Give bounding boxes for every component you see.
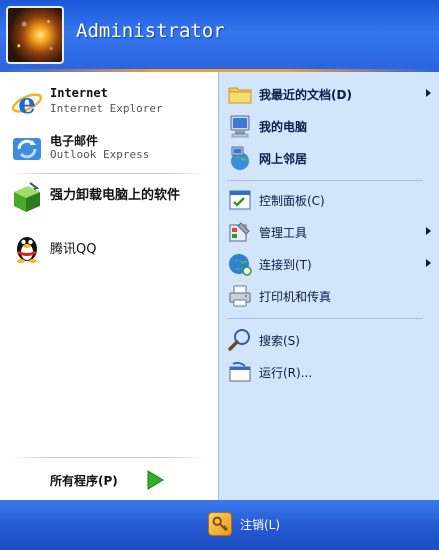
menu-item-network-places[interactable]: 网上邻居	[225, 144, 435, 172]
menu-item-admin-tools[interactable]: 管理工具	[225, 218, 435, 246]
user-name: Administrator	[76, 20, 225, 42]
pinned-item-subtitle: Outlook Express	[50, 148, 150, 161]
pinned-item-subtitle: Internet Explorer	[50, 102, 163, 115]
menu-item-label: 我最近的文档(D)	[259, 88, 352, 102]
pinned-separator	[10, 173, 206, 174]
recent-item-uninstaller[interactable]: 强力卸载电脑上的软件	[6, 176, 212, 216]
all-programs-button[interactable]: 所有程序(P)	[50, 472, 118, 489]
logoff-label: 注销(L)	[240, 518, 281, 532]
admin-tools-icon	[229, 222, 250, 242]
menu-item-connect-to[interactable]: 连接到(T)	[225, 250, 435, 278]
menu-item-search[interactable]: 搜索(S)	[225, 326, 435, 354]
search-icon	[228, 329, 250, 351]
menu-item-run[interactable]: 运行(R)...	[225, 358, 435, 386]
start-menu-header: Administrator	[0, 0, 439, 72]
control-panel-icon	[229, 190, 251, 210]
menu-item-label: 管理工具	[259, 226, 308, 240]
submenu-arrow-icon	[426, 259, 431, 267]
menu-item-label: 搜索(S)	[259, 334, 300, 348]
menu-item-control-panel[interactable]: 控制面板(C)	[225, 186, 435, 214]
internet-explorer-icon: e	[11, 87, 43, 120]
menu-separator	[227, 318, 423, 319]
logoff-button[interactable]: 注销(L)	[208, 510, 348, 538]
qq-penguin-icon	[17, 237, 37, 263]
menu-item-label: 网上邻居	[259, 152, 308, 166]
menu-item-label: 打印机和传真	[259, 290, 332, 304]
recent-item-label: 腾讯QQ	[50, 242, 97, 257]
submenu-arrow-icon	[426, 227, 431, 235]
recent-documents-folder-icon	[228, 87, 252, 104]
right-panel: 我最近的文档(D) 我的电脑 网上邻居 控制面板(C) 管理工具 连接到(T) …	[218, 72, 439, 500]
menu-item-my-computer[interactable]: 我的电脑	[225, 112, 435, 140]
key-icon	[208, 512, 232, 536]
menu-item-label: 连接到(T)	[259, 258, 312, 272]
avatar[interactable]	[6, 6, 64, 64]
menu-item-recent-documents[interactable]: 我最近的文档(D)	[225, 80, 435, 108]
outlook-express-icon	[13, 138, 41, 160]
recent-item-qq[interactable]: 腾讯QQ	[6, 226, 212, 266]
uninstaller-icon	[14, 182, 40, 212]
submenu-arrow-icon	[426, 89, 431, 97]
pinned-item-title: Internet	[50, 86, 108, 100]
recent-item-label: 强力卸载电脑上的软件	[50, 188, 181, 203]
menu-item-label: 运行(R)...	[259, 366, 313, 380]
network-places-icon	[231, 146, 249, 170]
menu-item-label: 我的电脑	[259, 120, 308, 134]
left-panel: e Internet Internet Explorer 电子邮件 Outloo…	[0, 72, 218, 500]
pinned-item-email[interactable]: 电子邮件 Outlook Express	[6, 128, 212, 168]
start-menu-footer: 注销(L)	[0, 500, 439, 550]
menu-item-label: 控制面板(C)	[259, 194, 325, 208]
all-programs-separator	[10, 457, 206, 458]
connect-to-icon	[229, 254, 252, 276]
pinned-item-internet[interactable]: e Internet Internet Explorer	[6, 82, 212, 122]
pinned-item-title: 电子邮件	[50, 134, 99, 148]
run-icon	[229, 361, 251, 382]
svg-text:e: e	[18, 87, 36, 120]
menu-separator	[227, 180, 423, 181]
printer-icon	[229, 285, 251, 307]
my-computer-icon	[230, 115, 250, 138]
menu-item-printers[interactable]: 打印机和传真	[225, 282, 435, 310]
all-programs-arrow-icon[interactable]	[146, 470, 164, 490]
